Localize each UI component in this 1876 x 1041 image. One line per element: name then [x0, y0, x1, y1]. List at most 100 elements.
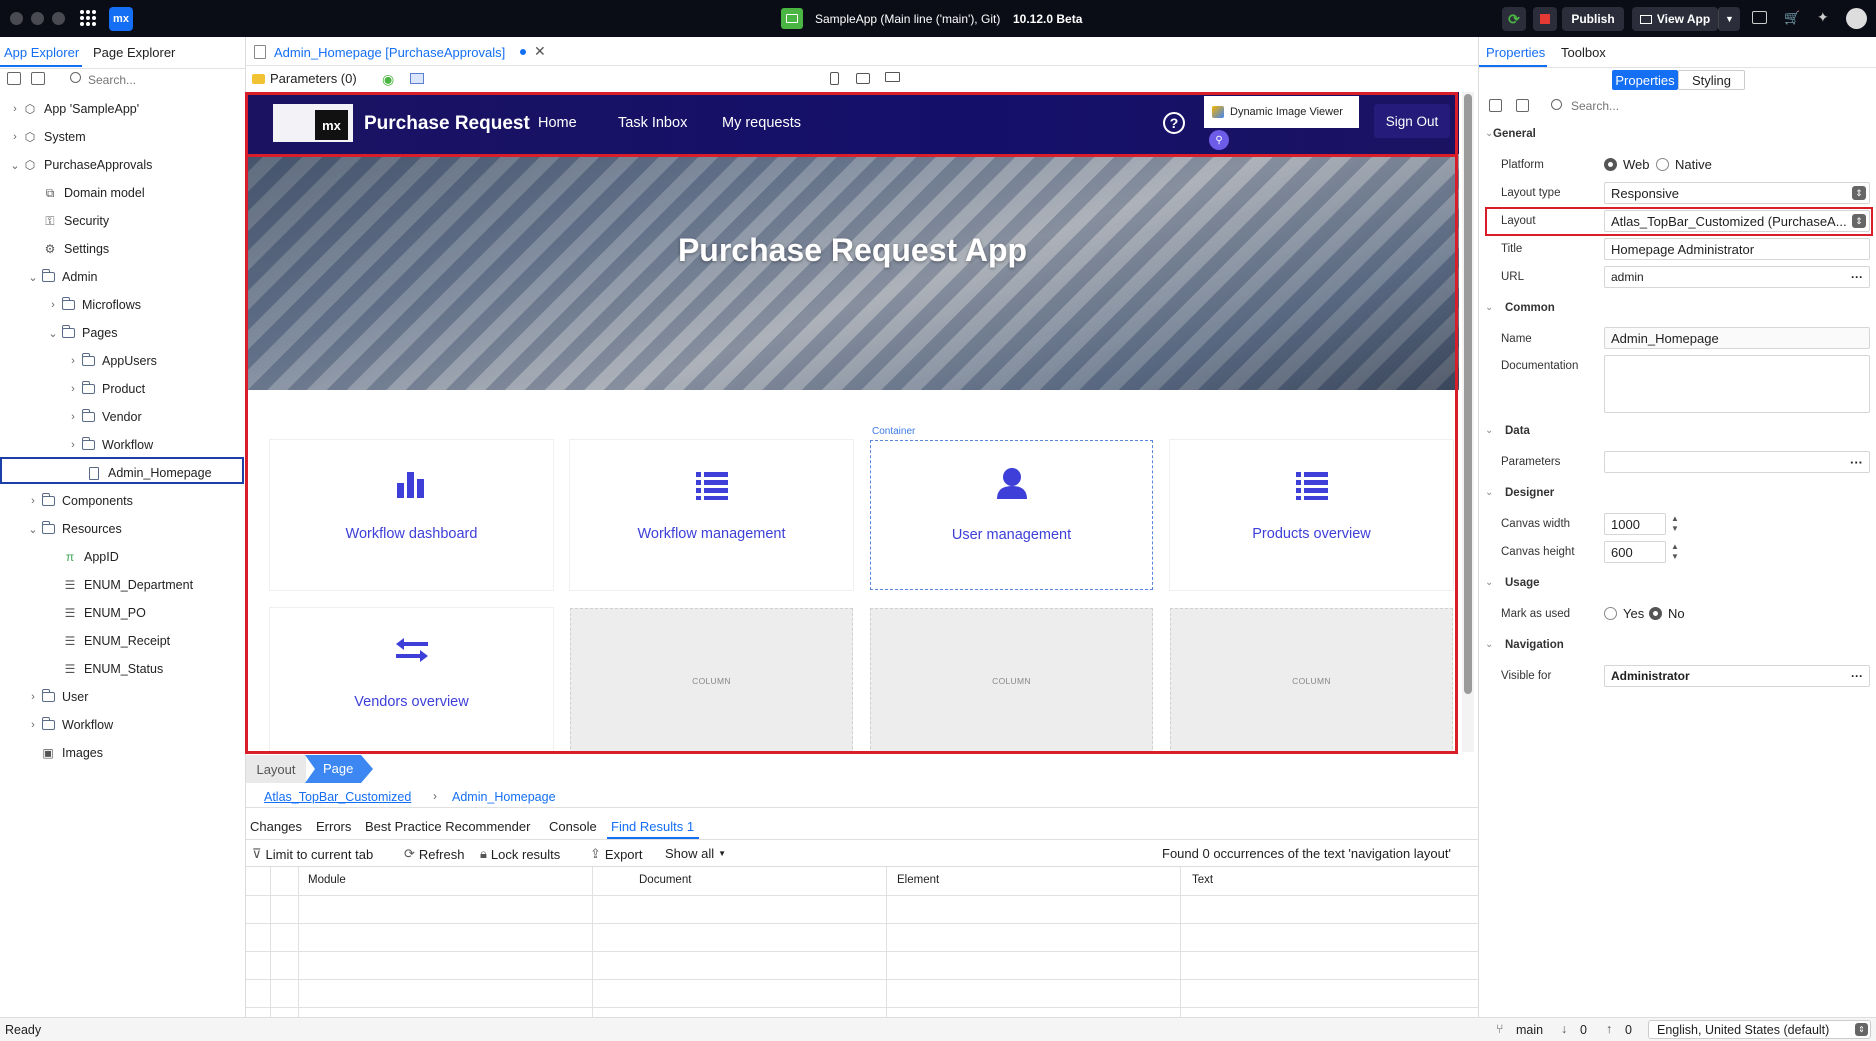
- chevron-down-icon[interactable]: ⌄: [26, 271, 40, 284]
- tab-toolbox[interactable]: Toolbox: [1561, 45, 1606, 60]
- sign-out-button[interactable]: Sign Out: [1374, 104, 1450, 138]
- radio-platform-native[interactable]: Native: [1656, 157, 1712, 172]
- chevron-right-icon[interactable]: ›: [46, 299, 60, 311]
- tab-page-explorer[interactable]: Page Explorer: [93, 45, 175, 60]
- tree-item-domain-model[interactable]: ⧉ Domain model: [42, 181, 145, 205]
- tree-item-system[interactable]: › ⬡ System: [8, 125, 86, 149]
- nav-task-inbox[interactable]: Task Inbox: [618, 115, 687, 131]
- tree-item-enum-status[interactable]: ☰ ENUM_Status: [62, 657, 164, 681]
- page-tab[interactable]: Page: [305, 755, 373, 783]
- structure-mode-icon[interactable]: [410, 73, 424, 84]
- tree-item-appusers[interactable]: › AppUsers: [66, 349, 157, 373]
- breadcrumb-page-link[interactable]: Admin_Homepage: [452, 790, 556, 804]
- tree-item-enum-department[interactable]: ☰ ENUM_Department: [62, 573, 193, 597]
- minimize-window-button[interactable]: [31, 12, 44, 25]
- canvas-height-input[interactable]: 600: [1604, 541, 1666, 563]
- card-workflow-dashboard[interactable]: Workflow dashboard: [270, 440, 553, 590]
- tree-item-pages[interactable]: ⌄ Pages: [46, 321, 117, 345]
- column-placeholder[interactable]: COLUMN: [570, 608, 853, 754]
- tree-item-microflows[interactable]: › Microflows: [46, 293, 141, 317]
- radio-used-yes[interactable]: Yes: [1604, 606, 1644, 621]
- canvas-scrollbar[interactable]: [1462, 92, 1474, 752]
- tree-item-vendor[interactable]: › Vendor: [66, 405, 142, 429]
- explorer-search-input[interactable]: [88, 70, 238, 90]
- branch-name[interactable]: main: [1516, 1023, 1543, 1037]
- chevron-right-icon[interactable]: ›: [8, 103, 22, 115]
- properties-search-input[interactable]: [1571, 96, 1861, 116]
- scrollbar-thumb[interactable]: [1464, 94, 1472, 694]
- tab-properties[interactable]: Properties: [1486, 45, 1545, 60]
- card-user-management[interactable]: User management: [870, 440, 1153, 590]
- card-products-overview[interactable]: Products overview: [1170, 440, 1453, 590]
- card-workflow-management[interactable]: Workflow management: [570, 440, 853, 590]
- column-header-document[interactable]: Document: [639, 874, 691, 886]
- tab-app-explorer[interactable]: App Explorer: [4, 45, 79, 60]
- column-placeholder[interactable]: COLUMN: [870, 608, 1153, 754]
- export-button[interactable]: ⇪ Export: [590, 846, 642, 862]
- chevron-down-icon[interactable]: ⌄: [26, 523, 40, 536]
- publish-button[interactable]: Publish: [1562, 7, 1624, 31]
- tree-item-workflow[interactable]: › Workflow: [66, 433, 153, 457]
- chevron-down-icon[interactable]: ⌄: [1485, 302, 1493, 313]
- tree-item-appid[interactable]: π AppID: [62, 545, 119, 569]
- categorized-view-icon[interactable]: [1489, 99, 1502, 112]
- tree-item-enum-receipt[interactable]: ☰ ENUM_Receipt: [62, 629, 171, 653]
- avatar[interactable]: [1846, 8, 1867, 29]
- more-options-icon[interactable]: ···: [1851, 669, 1863, 683]
- chat-icon[interactable]: [1752, 11, 1767, 24]
- nav-my-requests[interactable]: My requests: [722, 115, 801, 131]
- radio-used-no[interactable]: No: [1649, 606, 1685, 621]
- chevron-right-icon[interactable]: ›: [66, 439, 80, 451]
- column-header-module[interactable]: Module: [308, 874, 346, 886]
- nav-home[interactable]: Home: [538, 115, 577, 131]
- tab-find-results[interactable]: Find Results 1: [611, 819, 694, 834]
- canvas-width-input[interactable]: 1000: [1604, 513, 1666, 535]
- tree-item-user[interactable]: › User: [26, 685, 88, 709]
- stop-button[interactable]: [1533, 7, 1557, 31]
- tree-item-settings[interactable]: ⚙ Settings: [42, 237, 110, 261]
- help-icon[interactable]: ?: [1163, 112, 1185, 134]
- desktop-view-icon[interactable]: [885, 72, 900, 82]
- sparkle-icon[interactable]: ✦: [1817, 9, 1829, 26]
- app-grid-icon[interactable]: [80, 10, 96, 26]
- tab-changes[interactable]: Changes: [250, 819, 302, 834]
- name-input[interactable]: Admin_Homepage: [1604, 327, 1870, 349]
- column-placeholder[interactable]: COLUMN: [1170, 608, 1453, 754]
- layout-tab[interactable]: Layout: [246, 755, 306, 783]
- limit-to-current-tab-button[interactable]: ⊽ Limit to current tab: [252, 846, 373, 862]
- eye-icon[interactable]: ◉: [382, 71, 394, 88]
- chevron-right-icon[interactable]: ›: [66, 355, 80, 367]
- close-window-button[interactable]: [10, 12, 23, 25]
- more-options-icon[interactable]: ···: [1850, 455, 1863, 470]
- tree-item-resources[interactable]: ⌄ Resources: [26, 517, 122, 541]
- parameters-input[interactable]: ···: [1604, 451, 1870, 473]
- chevron-right-icon[interactable]: ›: [26, 719, 40, 731]
- url-input[interactable]: admin ···: [1604, 266, 1870, 288]
- document-tab-title[interactable]: Admin_Homepage [PurchaseApprovals]: [274, 45, 505, 60]
- chevron-right-icon[interactable]: ›: [26, 495, 40, 507]
- tab-best-practice-recommender[interactable]: Best Practice Recommender: [365, 819, 530, 834]
- collapse-all-icon[interactable]: [7, 72, 21, 85]
- tree-item-enum-po[interactable]: ☰ ENUM_PO: [62, 601, 146, 625]
- tree-item-security[interactable]: ⚿ Security: [42, 209, 109, 233]
- chevron-down-icon[interactable]: ⌄: [1485, 425, 1493, 436]
- dynamic-image-viewer-widget[interactable]: Dynamic Image Viewer: [1204, 96, 1359, 128]
- tree-item-workflow-root[interactable]: › Workflow: [26, 713, 113, 737]
- tree-item-components[interactable]: › Components: [26, 489, 133, 513]
- maximize-window-button[interactable]: [52, 12, 65, 25]
- tree-item-app[interactable]: › ⬡ App 'SampleApp': [8, 97, 139, 121]
- show-all-dropdown[interactable]: Show all ▼: [665, 846, 726, 861]
- language-select[interactable]: English, United States (default) ⇕: [1648, 1020, 1871, 1039]
- lock-results-button[interactable]: 🔒︎ Lock results: [480, 846, 560, 862]
- tablet-view-icon[interactable]: [856, 73, 870, 84]
- tab-console[interactable]: Console: [549, 819, 597, 834]
- phone-view-icon[interactable]: [830, 72, 839, 85]
- chevron-right-icon[interactable]: ›: [8, 131, 22, 143]
- chevron-down-icon[interactable]: ⌄: [1485, 577, 1493, 588]
- alphabetical-view-icon[interactable]: [1516, 99, 1529, 112]
- column-header-element[interactable]: Element: [897, 874, 939, 886]
- tree-item-admin[interactable]: ⌄ Admin: [26, 265, 97, 289]
- chevron-down-icon[interactable]: ⌄: [8, 159, 22, 172]
- chevron-down-icon[interactable]: ⌄: [1485, 639, 1493, 650]
- chevron-right-icon[interactable]: ›: [26, 691, 40, 703]
